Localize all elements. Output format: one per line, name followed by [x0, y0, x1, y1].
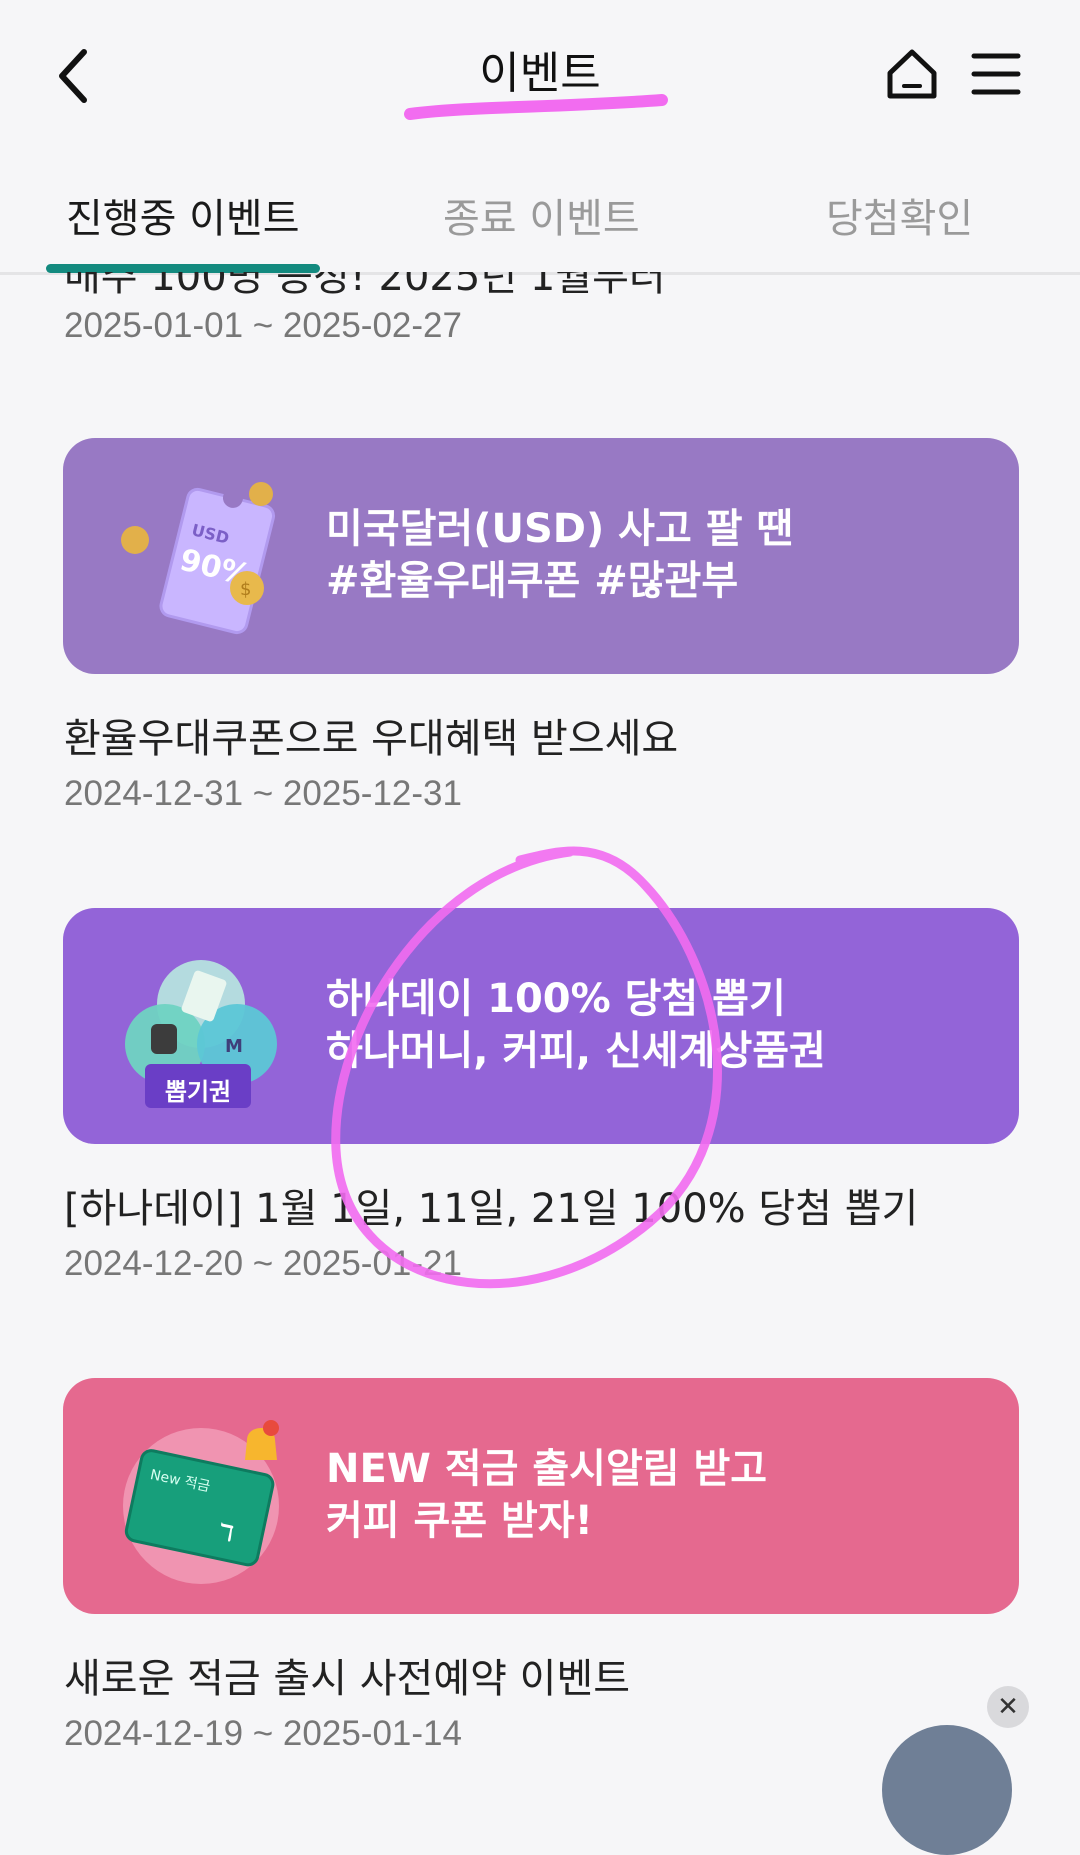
home-button[interactable] [880, 42, 944, 106]
banner-line-2: 하나머니, 커피, 신세계상품권 [326, 1028, 826, 1074]
event-banner-usd[interactable]: USD 90% $ 미국달러(USD) 사고 팔 땐 #환율우대쿠폰 #많관부 [63, 438, 1019, 674]
svg-text:$: $ [240, 579, 251, 600]
hamburger-menu-icon [971, 53, 1021, 95]
home-icon [887, 49, 937, 99]
tab-winner-check[interactable]: 당첨확인 [826, 186, 973, 244]
close-floating-button[interactable]: ✕ [987, 1686, 1029, 1728]
event-date: 2024-12-20 ~ 2025-01-21 [64, 1244, 462, 1283]
coin-icon [121, 526, 149, 554]
event-title: 환율우대쿠폰으로 우대혜택 받으세요 [64, 716, 679, 762]
tab-bar: 진행중 이벤트 종료 이벤트 당첨확인 [0, 150, 1080, 275]
usd-coupon-illustration: USD 90% $ [121, 482, 276, 635]
tab-ongoing-events[interactable]: 진행중 이벤트 [66, 186, 300, 244]
savings-card-illustration: New 적금 ℸ [123, 1420, 279, 1584]
banner-line-1: NEW 적금 출시알림 받고 [326, 1446, 768, 1492]
event-title: 매주 100명 증정! 2025년 1월부터 [64, 272, 666, 300]
app-header: 이벤트 [0, 0, 1080, 150]
title-highlight-mark [404, 94, 668, 120]
tab-ended-events[interactable]: 종료 이벤트 [443, 186, 640, 244]
draw-ticket-badge: 뽑기권 [164, 1078, 232, 1106]
banner-line-2: 커피 쿠폰 받자! [326, 1498, 593, 1544]
event-list[interactable]: 매주 100명 증정! 2025년 1월부터 2025-01-01 ~ 2025… [0, 272, 1080, 1763]
coin-icon [249, 482, 273, 506]
event-date: 2024-12-19 ~ 2025-01-14 [64, 1714, 462, 1753]
svg-text:M: M [225, 1036, 243, 1057]
event-banner-new-savings[interactable]: New 적금 ℸ NEW 적금 출시알림 받고 커피 쿠폰 받자! [63, 1378, 1019, 1614]
banner-line-1: 미국달러(USD) 사고 팔 땐 [326, 506, 794, 552]
event-date: 2025-01-01 ~ 2025-02-27 [64, 306, 462, 345]
event-date: 2024-12-31 ~ 2025-12-31 [64, 774, 462, 813]
event-title: 새로운 적금 출시 사전예약 이벤트 [64, 1656, 631, 1702]
event-banner-hanaday[interactable]: M 뽑기권 하나데이 100% 당첨 뽑기 하나머니, 커피, 신세계상품권 [63, 908, 1019, 1144]
event-title: [하나데이] 1월 1일, 11일, 21일 100% 당첨 뽑기 [64, 1186, 919, 1232]
menu-button[interactable] [964, 42, 1028, 106]
banner-line-1: 하나데이 100% 당첨 뽑기 [326, 976, 786, 1022]
floating-action-button[interactable] [882, 1725, 1012, 1855]
banner-line-2: #환율우대쿠폰 #많관부 [326, 558, 739, 604]
